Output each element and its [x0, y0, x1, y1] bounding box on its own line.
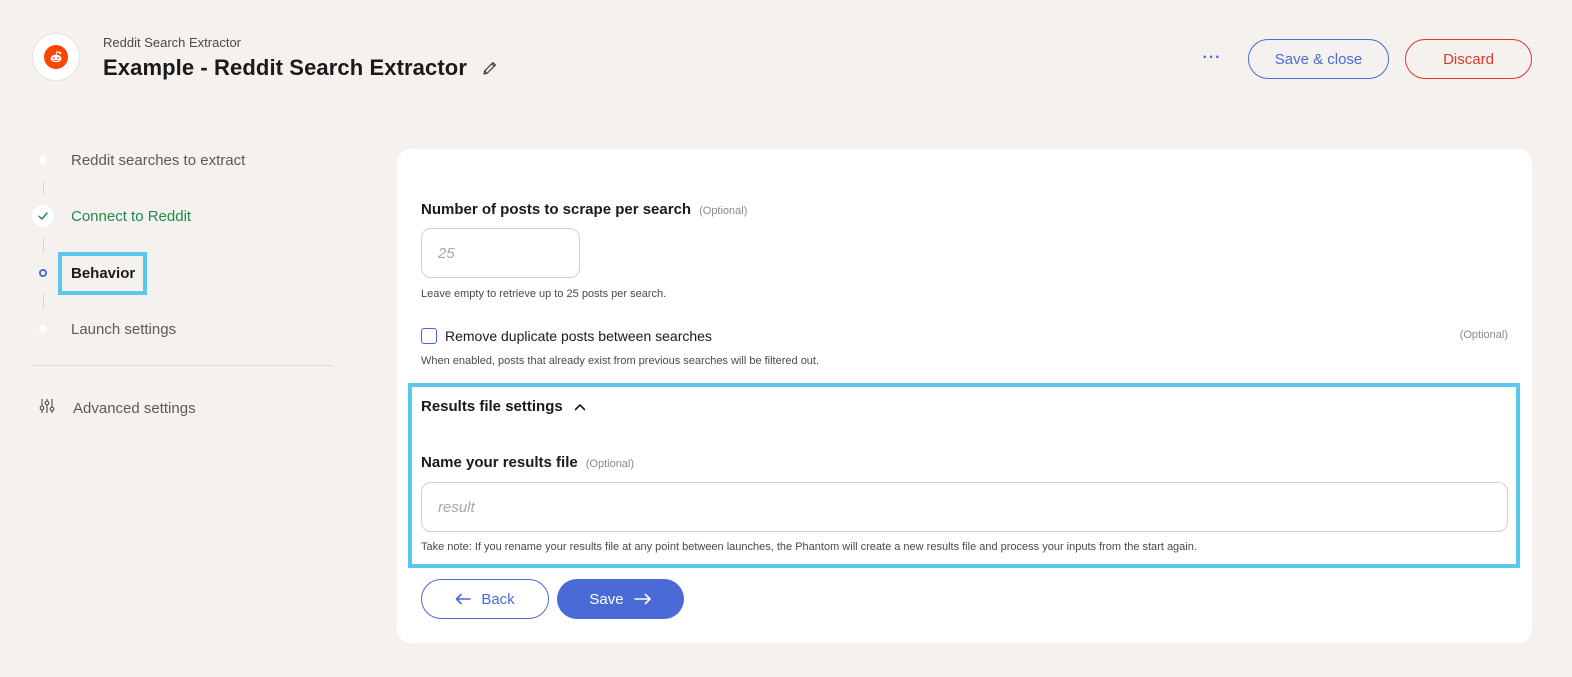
save-close-button[interactable]: Save & close	[1248, 39, 1389, 79]
discard-button[interactable]: Discard	[1405, 39, 1532, 79]
results-section-title: Results file settings	[421, 398, 563, 415]
arrow-left-icon	[456, 593, 472, 605]
results-name-field-label: Name your results file (Optional)	[421, 454, 634, 471]
behavior-form-card: Number of posts to scrape per search (Op…	[397, 149, 1532, 643]
results-file-name-input[interactable]	[421, 482, 1508, 532]
dedupe-help-text: When enabled, posts that already exist f…	[421, 355, 820, 367]
step-behavior[interactable]: Behavior	[32, 258, 135, 288]
back-label: Back	[481, 590, 515, 608]
save-label: Save	[589, 590, 624, 608]
dedupe-checkbox-row[interactable]: Remove duplicate posts between searches	[421, 328, 712, 344]
app-logo	[32, 33, 80, 81]
posts-per-search-input[interactable]	[421, 228, 580, 278]
advanced-settings-label: Advanced settings	[73, 400, 196, 417]
posts-label-text: Number of posts to scrape per search	[421, 201, 692, 218]
advanced-settings-link[interactable]: Advanced settings	[38, 397, 196, 420]
results-help-text: Take note: If you rename your results fi…	[421, 541, 1197, 553]
chevron-up-icon	[574, 403, 586, 410]
title-row: Example - Reddit Search Extractor	[103, 55, 499, 81]
step-connector	[43, 294, 44, 308]
step-label: Reddit searches to extract	[71, 151, 246, 169]
pencil-icon[interactable]	[481, 59, 499, 77]
arrow-right-icon	[633, 593, 651, 605]
page-title[interactable]: Example - Reddit Search Extractor	[103, 55, 467, 81]
sidebar-divider	[32, 365, 333, 366]
step-reddit-searches[interactable]: Reddit searches to extract	[32, 145, 245, 175]
step-label: Behavior	[71, 264, 136, 282]
app-name: Reddit Search Extractor	[103, 35, 242, 50]
step-label: Connect to Reddit	[71, 207, 192, 225]
more-options-button[interactable]: ···	[1198, 46, 1226, 70]
step-connect-reddit[interactable]: Connect to Reddit	[32, 201, 191, 231]
posts-field-label: Number of posts to scrape per search (Op…	[421, 201, 747, 218]
optional-tag: (Optional)	[585, 458, 635, 470]
step-dot-icon	[32, 149, 54, 171]
step-connector	[43, 238, 44, 252]
dedupe-label: Remove duplicate posts between searches	[445, 328, 712, 344]
dedupe-checkbox[interactable]	[421, 328, 437, 344]
sliders-icon	[38, 397, 56, 420]
results-file-settings-toggle[interactable]: Results file settings	[421, 398, 587, 415]
step-launch-settings[interactable]: Launch settings	[32, 314, 176, 344]
back-button[interactable]: Back	[421, 579, 549, 619]
step-connector	[43, 181, 44, 195]
current-step-ring-icon	[32, 262, 54, 284]
results-name-label-text: Name your results file	[421, 454, 578, 471]
optional-tag: (Optional)	[1459, 329, 1508, 341]
checkmark-icon	[32, 205, 54, 227]
step-label: Launch settings	[71, 320, 177, 338]
posts-help-text: Leave empty to retrieve up to 25 posts p…	[421, 288, 667, 300]
save-button[interactable]: Save	[557, 579, 684, 619]
step-dot-icon	[32, 318, 54, 340]
reddit-logo-icon	[44, 45, 68, 69]
optional-tag: (Optional)	[699, 205, 748, 217]
